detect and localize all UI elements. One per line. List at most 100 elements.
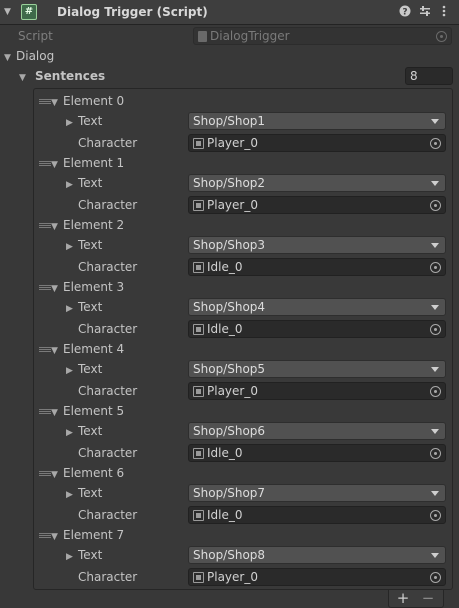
fold-arrow-icon: ▶ — [66, 552, 73, 562]
character-label: Character — [78, 260, 138, 274]
element-label: Element 6 — [63, 466, 125, 480]
object-picker-icon[interactable] — [430, 200, 441, 211]
character-field[interactable]: Player_0 — [188, 134, 446, 152]
text-label: Text — [78, 238, 103, 252]
script-label: Script — [18, 29, 53, 43]
object-picker-icon[interactable] — [430, 138, 441, 149]
fold-arrow-icon: ▶ — [66, 304, 73, 314]
character-field-value: Idle_0 — [207, 260, 243, 274]
help-icon[interactable]: ? — [398, 5, 412, 19]
component-title[interactable]: Dialog Trigger (Script) — [57, 5, 208, 19]
object-picker-icon — [436, 31, 447, 42]
dialog-foldout[interactable]: ▼ Dialog — [4, 47, 54, 65]
element-foldout[interactable]: ▼ Element 3 — [51, 278, 124, 296]
text-dropdown[interactable]: Shop/Shop3 — [188, 236, 446, 254]
text-label: Text — [78, 114, 103, 128]
text-foldout[interactable]: ▶ Text — [66, 236, 102, 254]
character-field[interactable]: Idle_0 — [188, 506, 446, 524]
remove-element-button[interactable]: − — [417, 590, 439, 607]
element-label: Element 5 — [63, 404, 125, 418]
add-element-button[interactable]: + — [392, 590, 414, 607]
script-component-icon[interactable]: # — [21, 4, 37, 20]
object-picker-icon[interactable] — [430, 510, 441, 521]
character-label: Character — [78, 570, 138, 584]
fold-arrow-icon: ▶ — [66, 428, 73, 438]
text-foldout[interactable]: ▶ Text — [66, 484, 102, 502]
text-dropdown[interactable]: Shop/Shop7 — [188, 484, 446, 502]
text-dropdown-value: Shop/Shop5 — [193, 362, 266, 376]
text-label: Text — [78, 362, 103, 376]
element-label: Element 7 — [63, 528, 125, 542]
fold-arrow-icon: ▶ — [66, 180, 73, 190]
sprite-icon — [193, 262, 204, 273]
character-label: Character — [78, 446, 138, 460]
element-foldout[interactable]: ▼ Element 2 — [51, 216, 124, 234]
chevron-down-icon — [431, 367, 439, 372]
object-picker-icon[interactable] — [430, 448, 441, 459]
text-dropdown[interactable]: Shop/Shop4 — [188, 298, 446, 316]
text-dropdown[interactable]: Shop/Shop1 — [188, 112, 446, 130]
character-field-value: Idle_0 — [207, 446, 243, 460]
element-foldout[interactable]: ▼ Element 5 — [51, 402, 124, 420]
object-picker-icon[interactable] — [430, 386, 441, 397]
text-dropdown[interactable]: Shop/Shop8 — [188, 546, 446, 564]
drag-handle[interactable] — [39, 161, 51, 166]
drag-handle[interactable] — [39, 223, 51, 228]
text-dropdown-value: Shop/Shop1 — [193, 114, 266, 128]
element-foldout[interactable]: ▼ Element 1 — [51, 154, 124, 172]
element-foldout[interactable]: ▼ Element 7 — [51, 526, 124, 544]
component-header: ▼ # Dialog Trigger (Script) ? — [0, 0, 459, 25]
character-field-value: Player_0 — [207, 198, 258, 212]
settings-icon[interactable] — [418, 5, 432, 19]
text-foldout[interactable]: ▶ Text — [66, 422, 102, 440]
text-foldout[interactable]: ▶ Text — [66, 174, 102, 192]
drag-handle[interactable] — [39, 471, 51, 476]
more-icon[interactable] — [437, 5, 451, 19]
element-label: Element 3 — [63, 280, 125, 294]
text-foldout[interactable]: ▶ Text — [66, 360, 102, 378]
sprite-icon — [193, 324, 204, 335]
sentences-size-field[interactable]: 8 — [405, 67, 453, 85]
text-label: Text — [78, 300, 103, 314]
character-field[interactable]: Player_0 — [188, 196, 446, 214]
character-field[interactable]: Idle_0 — [188, 444, 446, 462]
script-file-icon — [198, 31, 207, 42]
chevron-down-icon — [431, 305, 439, 310]
character-label: Character — [78, 508, 138, 522]
object-picker-icon[interactable] — [430, 262, 441, 273]
object-picker-icon[interactable] — [430, 572, 441, 583]
text-label: Text — [78, 548, 103, 562]
object-picker-icon[interactable] — [430, 324, 441, 335]
element-foldout[interactable]: ▼ Element 0 — [51, 92, 124, 110]
text-dropdown-value: Shop/Shop3 — [193, 238, 266, 252]
text-foldout[interactable]: ▶ Text — [66, 298, 102, 316]
fold-arrow-icon: ▼ — [51, 284, 58, 294]
sprite-icon — [193, 200, 204, 211]
fold-arrow-icon: ▼ — [51, 470, 58, 480]
element-label: Element 1 — [63, 156, 125, 170]
character-field[interactable]: Player_0 — [188, 568, 446, 586]
text-dropdown[interactable]: Shop/Shop2 — [188, 174, 446, 192]
drag-handle[interactable] — [39, 533, 51, 538]
drag-handle[interactable] — [39, 285, 51, 290]
fold-arrow-icon: ▼ — [51, 160, 58, 170]
character-field[interactable]: Idle_0 — [188, 320, 446, 338]
element-foldout[interactable]: ▼ Element 6 — [51, 464, 124, 482]
chevron-down-icon — [431, 491, 439, 496]
text-dropdown[interactable]: Shop/Shop5 — [188, 360, 446, 378]
sprite-icon — [193, 572, 204, 583]
character-field[interactable]: Idle_0 — [188, 258, 446, 276]
text-label: Text — [78, 486, 103, 500]
drag-handle[interactable] — [39, 347, 51, 352]
character-field[interactable]: Player_0 — [188, 382, 446, 400]
text-foldout[interactable]: ▶ Text — [66, 546, 102, 564]
text-foldout[interactable]: ▶ Text — [66, 112, 102, 130]
fold-arrow-icon[interactable]: ▼ — [4, 7, 11, 17]
text-dropdown[interactable]: Shop/Shop6 — [188, 422, 446, 440]
sentences-foldout[interactable]: ▼ Sentences — [19, 67, 105, 85]
element-foldout[interactable]: ▼ Element 4 — [51, 340, 124, 358]
chevron-down-icon — [431, 553, 439, 558]
drag-handle[interactable] — [39, 409, 51, 414]
sprite-icon — [193, 386, 204, 397]
drag-handle[interactable] — [39, 99, 51, 104]
